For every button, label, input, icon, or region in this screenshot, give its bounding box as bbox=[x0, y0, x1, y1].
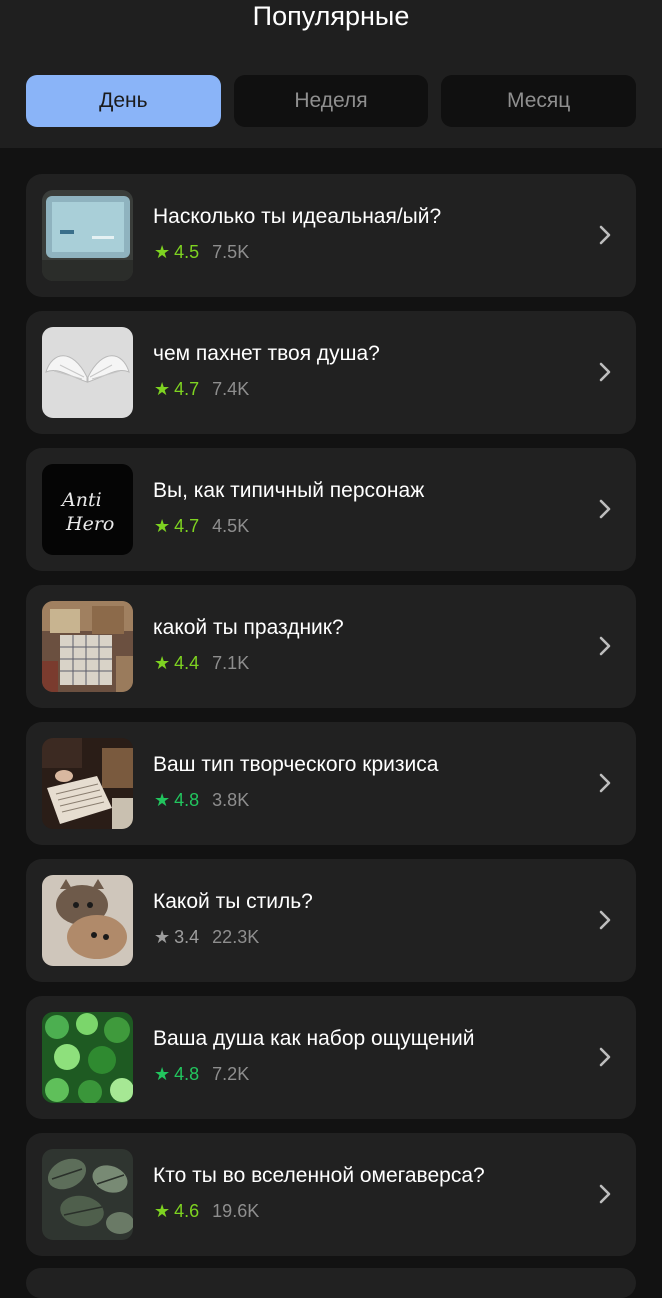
quiz-views: 3.8K bbox=[212, 789, 250, 810]
star-icon: ★ bbox=[154, 1201, 171, 1221]
monstera-leaves-image bbox=[42, 1149, 133, 1240]
quiz-card[interactable]: Насколько ты идеальная/ый? ★ 4.5 7.5K bbox=[26, 174, 636, 297]
tab-day[interactable]: День bbox=[26, 75, 221, 127]
tv-screen-image bbox=[42, 190, 133, 281]
chevron-right-icon bbox=[599, 1047, 611, 1067]
svg-text:Anti: Anti bbox=[60, 489, 102, 511]
tab-week[interactable]: Неделя bbox=[233, 75, 429, 127]
svg-text:Hero: Hero bbox=[65, 513, 114, 535]
chevron-right-icon bbox=[599, 773, 611, 793]
tab-month[interactable]: Месяц bbox=[441, 75, 637, 127]
quiz-meta: ★ 4.8 7.2K bbox=[154, 1063, 249, 1085]
quiz-card-partial[interactable] bbox=[26, 1268, 636, 1298]
quiz-meta: ★ 4.8 3.8K bbox=[154, 789, 249, 811]
quiz-meta: ★ 4.7 7.4K bbox=[154, 378, 249, 400]
header: Популярные День Неделя Месяц bbox=[0, 0, 662, 148]
writing-desk-image bbox=[42, 738, 133, 829]
quiz-views: 7.5K bbox=[212, 241, 250, 262]
angel-wings-image bbox=[42, 327, 133, 418]
quiz-title: Вы, как типичный персонаж bbox=[153, 479, 425, 502]
quiz-meta: ★ 4.5 7.5K bbox=[154, 241, 249, 263]
quiz-meta: ★ 4.6 19.6K bbox=[154, 1200, 259, 1222]
quiz-title: Какой ты стиль? bbox=[153, 890, 313, 913]
quiz-meta: ★ 4.7 4.5K bbox=[154, 515, 249, 537]
quiz-card[interactable]: Ваша душа как набор ощущений ★ 4.8 7.2K bbox=[26, 996, 636, 1119]
star-icon: ★ bbox=[154, 790, 171, 810]
quiz-card[interactable]: чем пахнет твоя душа? ★ 4.7 7.4K bbox=[26, 311, 636, 434]
quiz-meta: ★ 3.4 22.3K bbox=[154, 926, 259, 948]
quiz-meta: ★ 4.4 7.1K bbox=[154, 652, 249, 674]
chevron-right-icon bbox=[599, 225, 611, 245]
quiz-card[interactable]: Anti Hero Вы, как типичный персонаж ★ 4.… bbox=[26, 448, 636, 571]
chevron-right-icon bbox=[599, 910, 611, 930]
quiz-rating: 4.6 bbox=[174, 1200, 200, 1221]
quiz-card[interactable]: какой ты праздник? ★ 4.4 7.1K bbox=[26, 585, 636, 708]
star-icon: ★ bbox=[154, 379, 171, 399]
kittens-image bbox=[42, 875, 133, 966]
quiz-rating: 4.7 bbox=[174, 515, 200, 536]
chevron-right-icon bbox=[599, 499, 611, 519]
quiz-views: 7.4K bbox=[212, 378, 250, 399]
quiz-list: Насколько ты идеальная/ый? ★ 4.5 7.5K че… bbox=[26, 174, 636, 1270]
quiz-rating: 4.8 bbox=[174, 1063, 200, 1084]
quiz-views: 19.6K bbox=[212, 1200, 260, 1221]
quiz-rating: 3.4 bbox=[174, 926, 200, 947]
calendar-collage-image bbox=[42, 601, 133, 692]
green-glass-image bbox=[42, 1012, 133, 1103]
quiz-views: 7.1K bbox=[212, 652, 250, 673]
chevron-right-icon bbox=[599, 636, 611, 656]
quiz-views: 7.2K bbox=[212, 1063, 250, 1084]
star-icon: ★ bbox=[154, 927, 171, 947]
chevron-right-icon bbox=[599, 362, 611, 382]
quiz-title: Кто ты во вселенной омегаверса? bbox=[153, 1164, 485, 1187]
quiz-title: Насколько ты идеальная/ый? bbox=[153, 205, 442, 228]
quiz-title: какой ты праздник? bbox=[153, 616, 344, 639]
quiz-title: Ваш тип творческого кризиса bbox=[153, 753, 439, 776]
quiz-rating: 4.8 bbox=[174, 789, 200, 810]
quiz-title: Ваша душа как набор ощущений bbox=[153, 1027, 475, 1050]
chevron-right-icon bbox=[599, 1184, 611, 1204]
star-icon: ★ bbox=[154, 516, 171, 536]
quiz-title: чем пахнет твоя душа? bbox=[153, 342, 380, 365]
quiz-views: 4.5K bbox=[212, 515, 250, 536]
anti-hero-logo-image: Anti Hero bbox=[42, 464, 133, 555]
quiz-views: 22.3K bbox=[212, 926, 260, 947]
star-icon: ★ bbox=[154, 242, 171, 262]
period-tabs: День Неделя Месяц bbox=[26, 75, 637, 127]
page-title: Популярные bbox=[252, 1, 410, 31]
quiz-card[interactable]: Ваш тип творческого кризиса ★ 4.8 3.8K bbox=[26, 722, 636, 845]
star-icon: ★ bbox=[154, 1064, 171, 1084]
quiz-card[interactable]: Какой ты стиль? ★ 3.4 22.3K bbox=[26, 859, 636, 982]
quiz-rating: 4.4 bbox=[174, 652, 200, 673]
quiz-rating: 4.5 bbox=[174, 241, 200, 262]
star-icon: ★ bbox=[154, 653, 171, 673]
quiz-card[interactable]: Кто ты во вселенной омегаверса? ★ 4.6 19… bbox=[26, 1133, 636, 1256]
quiz-rating: 4.7 bbox=[174, 378, 200, 399]
